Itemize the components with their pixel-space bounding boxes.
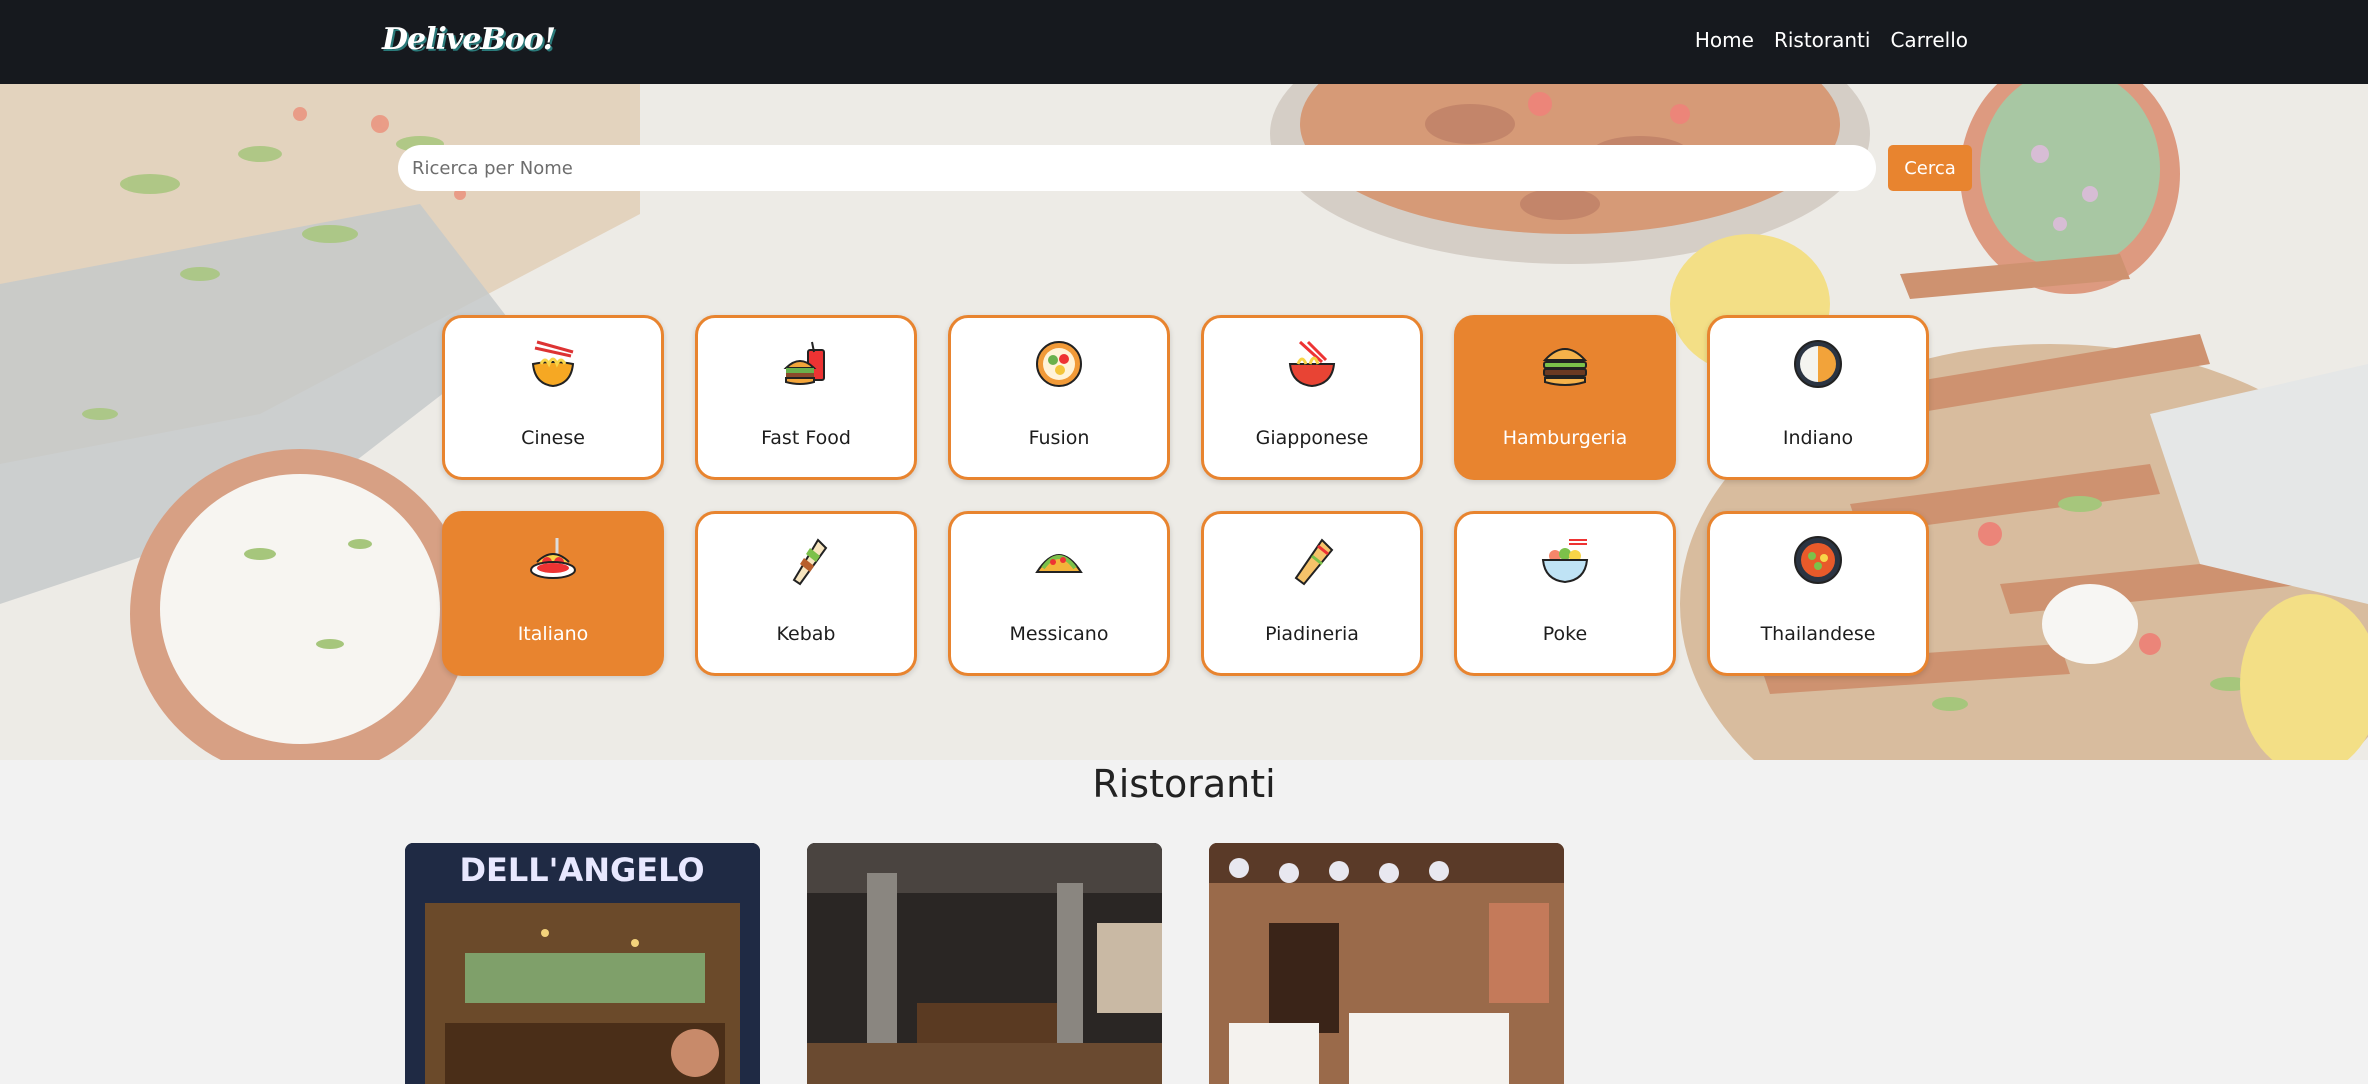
- category-label: Messicano: [1009, 623, 1109, 645]
- category-card-cinese[interactable]: Cinese: [442, 315, 664, 480]
- spaghetti-icon: [530, 538, 576, 579]
- nav-links: Home Ristoranti Carrello: [1695, 28, 1968, 52]
- restaurant-card[interactable]: [807, 843, 1162, 1084]
- fast-food-icon: [783, 341, 825, 385]
- category-grid: Cinese Fast Food Fusion Giapponese Hambu…: [442, 315, 1929, 676]
- thai-dish-icon: [1794, 536, 1842, 584]
- category-card-fast-food[interactable]: Fast Food: [695, 315, 917, 480]
- category-card-hamburgeria[interactable]: Hamburgeria: [1454, 315, 1676, 480]
- category-card-poke[interactable]: Poke: [1454, 511, 1676, 676]
- category-label: Cinese: [521, 427, 585, 449]
- restaurant-image: [807, 843, 1162, 1084]
- restaurant-card[interactable]: DELL'ANGELO: [405, 843, 760, 1084]
- kebab-wrap-icon: [792, 538, 828, 586]
- logo[interactable]: DeliveBoo!: [382, 22, 556, 57]
- taco-icon: [1035, 554, 1083, 573]
- piadina-icon: [1294, 538, 1334, 586]
- category-card-indiano[interactable]: Indiano: [1707, 315, 1929, 480]
- restaurant-image: [1209, 843, 1564, 1084]
- restaurants-title: Ristoranti: [1092, 762, 1276, 806]
- category-card-thailandese[interactable]: Thailandese: [1707, 511, 1929, 676]
- category-card-italiano[interactable]: Italiano: [442, 511, 664, 676]
- hero-section: Cerca Cinese Fast Food: [0, 84, 2368, 760]
- burger-icon: [1542, 348, 1588, 386]
- category-label: Indiano: [1782, 427, 1854, 449]
- category-card-giapponese[interactable]: Giapponese: [1201, 315, 1423, 480]
- category-card-kebab[interactable]: Kebab: [695, 511, 917, 676]
- nav-link-carrello[interactable]: Carrello: [1890, 28, 1968, 52]
- restaurant-image: DELL'ANGELO: [405, 843, 760, 1084]
- nav-link-ristoranti[interactable]: Ristoranti: [1774, 28, 1871, 52]
- restaurant-sign: DELL'ANGELO: [459, 851, 704, 889]
- restaurant-cards: DELL'ANGELO: [405, 843, 1564, 1084]
- category-label: Fusion: [1028, 427, 1090, 449]
- category-label: Thailandese: [1760, 623, 1876, 645]
- ramen-icon: [1288, 340, 1336, 388]
- category-label: Fast Food: [761, 427, 851, 449]
- category-label: Hamburgeria: [1502, 427, 1628, 449]
- poke-bowl-icon: [1541, 539, 1589, 584]
- category-card-messicano[interactable]: Messicano: [948, 511, 1170, 676]
- noodle-bowl-icon: [531, 340, 575, 388]
- curry-icon: [1794, 340, 1842, 388]
- category-label: Poke: [1542, 623, 1588, 645]
- search-button[interactable]: Cerca: [1888, 145, 1972, 191]
- category-card-piadineria[interactable]: Piadineria: [1201, 511, 1423, 676]
- fusion-plate-icon: [1036, 341, 1082, 387]
- restaurant-card[interactable]: [1209, 843, 1564, 1084]
- nav-link-home[interactable]: Home: [1695, 28, 1754, 52]
- category-label: Piadineria: [1265, 623, 1359, 645]
- category-label: Kebab: [776, 623, 836, 645]
- navbar: DeliveBoo! Home Ristoranti Carrello: [0, 0, 2368, 84]
- category-label: Giapponese: [1255, 427, 1369, 449]
- category-card-fusion[interactable]: Fusion: [948, 315, 1170, 480]
- search-input[interactable]: [398, 145, 1876, 191]
- category-label: Italiano: [517, 623, 589, 645]
